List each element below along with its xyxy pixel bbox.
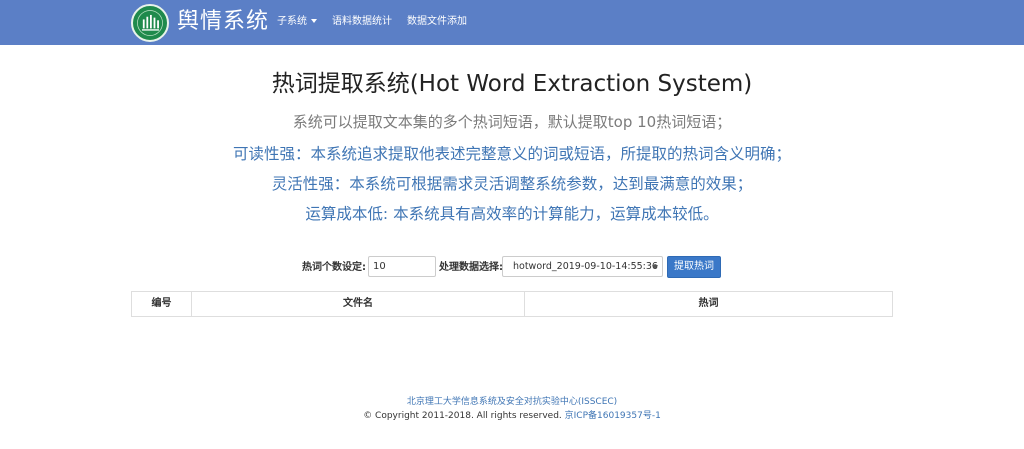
icp-link[interactable]: 京ICP备16019357号-1 <box>565 411 661 421</box>
logo-icon[interactable] <box>131 4 169 42</box>
chevron-down-icon <box>652 265 658 269</box>
footer-copyright: © Copyright 2011-2018. All rights reserv… <box>0 410 1024 422</box>
hotword-count-input[interactable] <box>368 256 436 277</box>
nav-subsystem-dropdown[interactable]: 子系统 <box>277 15 317 29</box>
page-title: 热词提取系统(Hot Word Extraction System) <box>271 71 753 97</box>
system-description: 系统可以提取文本集的多个热词短语，默认提取top 10热词短语； <box>292 113 732 131</box>
brand-title[interactable]: 舆情系统 <box>177 8 269 36</box>
data-file-selected: hotword_2019-09-10-14:55:36 <box>513 261 658 272</box>
feature-flexibility: 灵活性强：本系统可根据需求灵活调整系统参数，达到最满意的效果； <box>271 175 753 193</box>
data-select-label: 处理数据选择: <box>439 262 503 273</box>
footer-org-link[interactable]: 北京理工大学信息系统及安全对抗实验中心(ISSCEC) <box>0 396 1024 408</box>
nav-add-data-file[interactable]: 数据文件添加 <box>407 15 467 29</box>
feature-readability: 可读性强：本系统追求提取他表述完整意义的词或短语，所提取的热词含义明确； <box>232 145 791 163</box>
nav-subsystem-label: 子系统 <box>277 16 307 27</box>
extraction-form: 热词个数设定: 处理数据选择: hotword_2019-09-10-14:55… <box>0 256 1024 280</box>
feature-low-cost: 运算成本低: 本系统具有高效率的计算能力，运算成本较低。 <box>305 205 719 223</box>
logo-graphic <box>134 7 166 39</box>
column-header-id: 编号 <box>151 298 172 309</box>
top-navbar: 舆情系统 子系统 语料数据统计 数据文件添加 <box>0 0 1024 45</box>
column-header-hotwords: 热词 <box>698 298 719 309</box>
count-label: 热词个数设定: <box>302 262 366 273</box>
results-table: 编号 文件名 热词 <box>131 291 893 317</box>
copyright-text: © Copyright 2011-2018. All rights reserv… <box>363 411 562 421</box>
data-file-select[interactable]: hotword_2019-09-10-14:55:36 <box>502 256 663 277</box>
extract-hotwords-button[interactable]: 提取热词 <box>667 256 721 278</box>
column-header-filename: 文件名 <box>343 298 373 309</box>
chevron-down-icon <box>311 19 317 23</box>
nav-corpus-stats[interactable]: 语料数据统计 <box>332 15 392 29</box>
